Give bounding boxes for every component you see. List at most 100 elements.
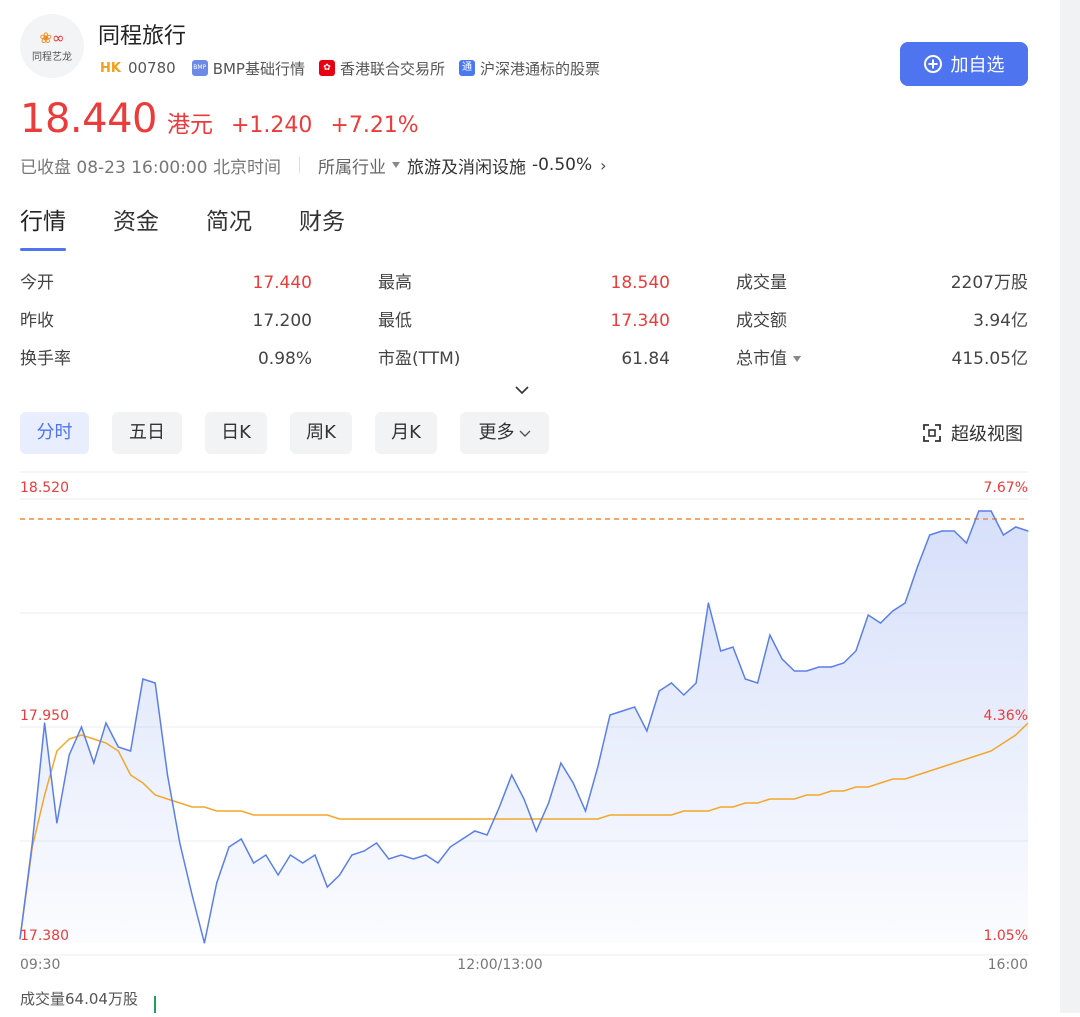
- stat-value: 2207万股: [950, 273, 1028, 293]
- page-scrollbar[interactable]: [1060, 0, 1080, 1013]
- stat-value: 17.440: [252, 273, 312, 293]
- price-point: [117, 746, 119, 748]
- price-point: [363, 850, 365, 852]
- volume-bar: [154, 996, 156, 1013]
- stat-label: 成交量: [736, 273, 787, 293]
- price-point: [31, 842, 33, 844]
- price-point: [781, 658, 783, 660]
- tab-profile[interactable]: 简况: [206, 202, 252, 236]
- price-point: [474, 830, 476, 832]
- industry-link[interactable]: 旅游及消闲设施: [407, 153, 526, 178]
- price-point: [560, 762, 562, 764]
- price-point: [941, 530, 943, 532]
- stat-label: 最低: [378, 311, 412, 331]
- x-tick-label-midday: 12:00/13:00: [457, 957, 542, 973]
- price-point: [240, 838, 242, 840]
- period-weekly-k[interactable]: 周K: [290, 412, 352, 454]
- stat-value: 0.98%: [257, 349, 312, 369]
- stat-label: 市盈(TTM): [378, 349, 461, 369]
- period-selector: 分时 五日 日K 周K 月K 更多: [20, 412, 572, 454]
- price-point: [154, 682, 156, 684]
- price-point: [990, 510, 992, 512]
- stat-label: 总市值: [736, 344, 801, 374]
- chevron-right-icon[interactable]: ›: [600, 156, 606, 175]
- stock-code: 00780: [127, 59, 176, 77]
- stat-turnover-amount: 成交额 3.94亿: [736, 306, 1028, 336]
- price-point: [744, 678, 746, 680]
- stat-volume: 成交量 2207万股: [736, 268, 1028, 298]
- price-point: [179, 842, 181, 844]
- stat-value: 17.340: [610, 311, 670, 331]
- stat-value: 18.540: [610, 273, 670, 293]
- tab-quote[interactable]: 行情: [20, 202, 66, 251]
- currency: 港元: [166, 112, 213, 138]
- tab-financials[interactable]: 财务: [299, 202, 345, 236]
- price-point: [130, 750, 132, 752]
- price-point: [400, 854, 402, 856]
- period-more[interactable]: 更多: [460, 412, 549, 454]
- stat-market-cap[interactable]: 总市值 415.05亿: [736, 344, 1028, 374]
- stat-low: 最低 17.340: [378, 306, 670, 336]
- price-point: [597, 766, 599, 768]
- stat-label: 昨收: [20, 311, 54, 331]
- price-point: [375, 842, 378, 844]
- bmp-icon: BMP: [191, 60, 208, 76]
- add-watchlist-button[interactable]: 加自选: [900, 42, 1028, 86]
- period-daily-k[interactable]: 日K: [205, 412, 267, 454]
- main-tabs: 行情 资金 简况 财务: [20, 202, 392, 251]
- price-point: [191, 894, 193, 896]
- stat-label: 成交额: [736, 311, 787, 331]
- stat-open: 今开 17.440: [20, 268, 312, 298]
- intraday-chart[interactable]: 18.520 17.950 17.380 7.67% 4.36% 1.05% 0…: [0, 460, 1060, 1013]
- price-point: [449, 846, 451, 848]
- price-point: [548, 802, 550, 804]
- tag-hkex: 香港联合交易所: [339, 59, 445, 78]
- y-tick-label-bottom: 17.380: [20, 928, 69, 944]
- period-intraday[interactable]: 分时: [20, 412, 89, 454]
- super-view-button[interactable]: 超级视图: [922, 420, 1023, 446]
- caret-down-icon: [391, 162, 400, 168]
- price-point: [228, 846, 230, 848]
- period-5day[interactable]: 五日: [112, 412, 182, 454]
- y-tick-label-top: 18.520: [20, 480, 69, 496]
- last-price: 18.440: [20, 96, 157, 142]
- price-point: [965, 542, 968, 544]
- price-point: [351, 854, 353, 856]
- price-point: [277, 874, 279, 876]
- price-point: [486, 834, 488, 836]
- stat-value: 61.84: [621, 349, 670, 369]
- period-monthly-k[interactable]: 月K: [375, 412, 437, 454]
- stat-label: 换手率: [20, 349, 71, 369]
- caret-down-icon: [793, 356, 801, 362]
- volume-label: 成交量64.04万股: [20, 990, 138, 1008]
- price-point: [326, 886, 328, 888]
- price-point: [216, 882, 218, 884]
- y-tick-label-mid: 17.950: [20, 708, 69, 724]
- price-point: [265, 854, 267, 856]
- price-point: [56, 822, 58, 824]
- chevron-down-icon[interactable]: [515, 383, 529, 397]
- price-point: [1002, 534, 1005, 536]
- price-point: [867, 614, 869, 616]
- tab-capital[interactable]: 资金: [113, 202, 159, 236]
- price-point: [634, 706, 636, 708]
- x-tick-label-close: 16:00: [988, 957, 1028, 973]
- price-point: [339, 874, 341, 876]
- y-pct-label-bottom: 1.05%: [984, 928, 1028, 944]
- price-change: +1.240: [230, 113, 313, 138]
- price-point: [289, 854, 291, 856]
- price-point: [105, 722, 107, 724]
- price-point: [720, 650, 722, 652]
- price-point: [302, 862, 304, 864]
- stat-high: 最高 18.540: [378, 268, 670, 298]
- stat-label: 最高: [378, 273, 412, 293]
- price-point: [769, 634, 771, 636]
- chevron-down-icon: [519, 430, 530, 437]
- stat-prev-close: 昨收 17.200: [20, 306, 312, 336]
- price-point: [68, 754, 70, 756]
- industry-change: -0.50%: [531, 155, 593, 175]
- fullscreen-icon: [923, 424, 941, 442]
- price-point: [757, 682, 759, 684]
- add-watchlist-label: 加自选: [950, 55, 1005, 76]
- price-point: [609, 714, 611, 716]
